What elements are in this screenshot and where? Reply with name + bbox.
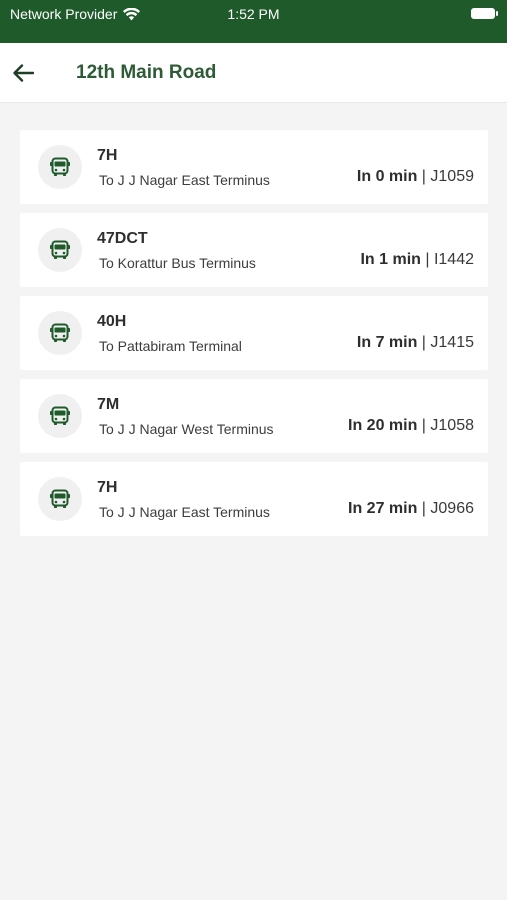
eta: In 1 min <box>360 251 421 268</box>
arrival-info: In 27 min | J0966 <box>348 500 474 518</box>
bus-icon-circle <box>38 394 82 438</box>
back-arrow-icon <box>13 63 34 82</box>
vehicle-number: J1058 <box>430 417 474 434</box>
bus-arrival-card[interactable]: 7H To J J Nagar East Terminus In 0 min |… <box>20 130 488 204</box>
destination: To Pattabiram Terminal <box>99 338 242 354</box>
vehicle-number: J1415 <box>430 334 474 351</box>
eta: In 27 min <box>348 500 418 517</box>
status-time: 1:52 PM <box>227 6 280 22</box>
bus-arrival-card[interactable]: 7H To J J Nagar East Terminus In 27 min … <box>20 462 488 536</box>
bus-icon-circle <box>38 228 82 272</box>
destination: To J J Nagar West Terminus <box>99 421 274 437</box>
separator: | <box>417 168 431 185</box>
vehicle-number: I1442 <box>433 251 474 268</box>
app-header: 12th Main Road <box>0 43 507 103</box>
bus-arrival-card[interactable]: 47DCT To Korattur Bus Terminus In 1 min … <box>20 213 488 287</box>
arrival-info: In 20 min | J1058 <box>348 417 474 435</box>
route-number: 40H <box>97 313 127 330</box>
separator: | <box>417 417 431 434</box>
bus-icon <box>50 489 70 508</box>
battery-icon <box>471 8 498 19</box>
arrival-info: In 1 min | I1442 <box>360 251 474 269</box>
destination: To J J Nagar East Terminus <box>99 172 270 188</box>
eta: In 7 min <box>356 334 418 351</box>
separator: | <box>420 251 434 268</box>
bus-icon-circle <box>38 477 82 521</box>
status-bar: Network Provider 1:52 PM <box>0 0 507 43</box>
arrival-info: In 0 min | J1059 <box>357 168 474 186</box>
bus-icon <box>50 406 70 425</box>
destination: To J J Nagar East Terminus <box>99 504 270 520</box>
separator: | <box>417 500 431 517</box>
arrival-info: In 7 min | J1415 <box>357 334 474 352</box>
route-number: 7M <box>97 396 120 413</box>
bus-icon <box>50 323 70 342</box>
destination: To Korattur Bus Terminus <box>99 255 256 271</box>
bus-arrival-list: 7H To J J Nagar East Terminus In 0 min |… <box>20 130 488 545</box>
route-number: 7H <box>97 147 118 164</box>
eta: In 20 min <box>348 417 418 434</box>
bus-arrival-card[interactable]: 7M To J J Nagar West Terminus In 20 min … <box>20 379 488 453</box>
back-button[interactable] <box>0 43 46 102</box>
eta: In 0 min <box>356 168 418 185</box>
route-number: 7H <box>97 479 118 496</box>
route-number: 47DCT <box>97 230 148 247</box>
bus-icon-circle <box>38 311 82 355</box>
bus-icon-circle <box>38 145 82 189</box>
page-title: 12th Main Road <box>76 61 217 83</box>
bus-icon <box>50 157 70 176</box>
bus-arrival-card[interactable]: 40H To Pattabiram Terminal In 7 min | J1… <box>20 296 488 370</box>
vehicle-number: J1059 <box>430 168 474 185</box>
vehicle-number: J0966 <box>430 500 474 517</box>
separator: | <box>417 334 431 351</box>
bus-icon <box>50 240 70 259</box>
